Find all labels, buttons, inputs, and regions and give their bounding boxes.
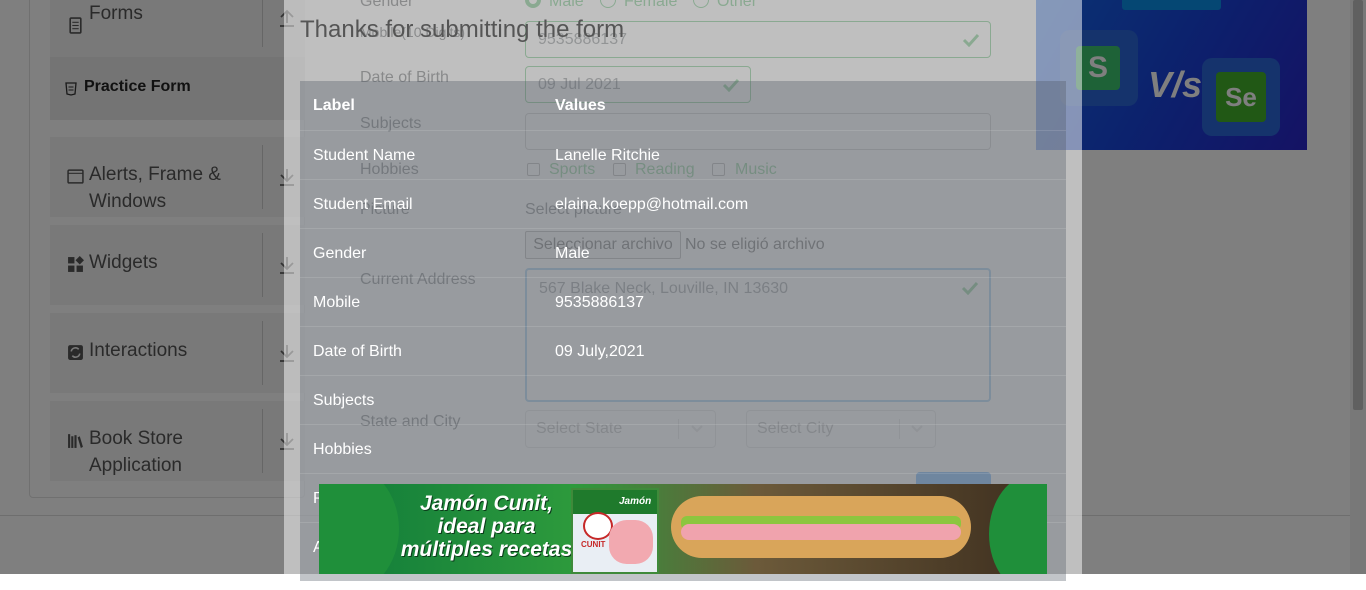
ad-leaf-right: [989, 484, 1047, 574]
row-value: Lanelle Ritchie: [555, 147, 660, 164]
row-value: 09 July,2021: [555, 343, 645, 360]
ad-sandwich-ham: [681, 524, 961, 540]
row-label: Gender: [313, 245, 367, 262]
modal-title: Thanks for submitting the form: [300, 16, 625, 43]
row-label: Student Name: [313, 147, 416, 164]
ad-slogan-line1: Jamón Cunit,: [419, 492, 553, 515]
package-ham-slices: [609, 520, 653, 564]
row-label: Mobile: [313, 294, 361, 311]
table-row: [300, 424, 1066, 473]
package-brand: CUNIT: [581, 540, 606, 549]
table-row: [300, 375, 1066, 424]
table-header-label: Label: [313, 97, 355, 114]
row-label: Subjects: [313, 392, 375, 409]
ad-slogan-line3: múltiples recetas: [400, 538, 573, 561]
row-value: elaina.koepp@hotmail.com: [555, 196, 749, 213]
ad-leaf-left: [319, 484, 399, 574]
ad-slogan-line2: ideal para: [437, 515, 536, 538]
table-row: [300, 326, 1066, 375]
table-header-value: Values: [555, 97, 606, 114]
ad-product-package: Jamón CUNIT: [571, 488, 659, 574]
row-value: 9535886137: [555, 294, 644, 311]
row-label: Date of Birth: [313, 343, 402, 360]
table-row: [300, 277, 1066, 326]
ad-slogan: Jamón Cunit, ideal para múltiples receta…: [399, 492, 574, 561]
row-label: Hobbies: [313, 441, 372, 458]
package-label: Jamón: [619, 496, 652, 507]
row-value: Male: [555, 245, 590, 262]
row-label: Student Email: [313, 196, 413, 213]
cunit-ad-banner[interactable]: Jamón Cunit, ideal para múltiples receta…: [319, 484, 1047, 574]
table-row: [300, 228, 1066, 277]
